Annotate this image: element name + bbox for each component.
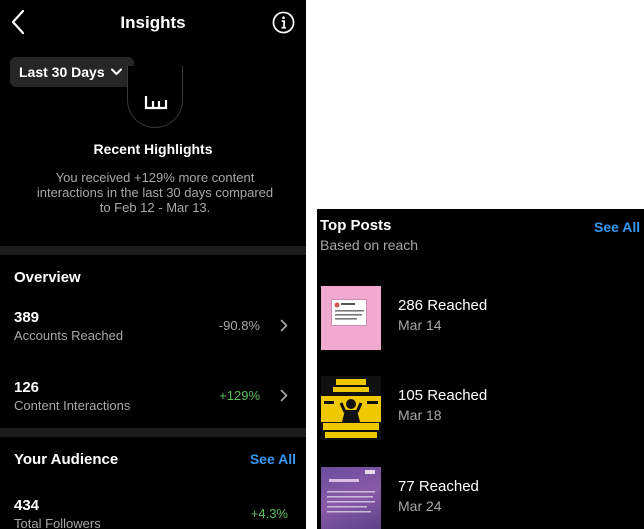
chevron-right-icon: [280, 319, 288, 332]
post-reach: 105 Reached: [398, 387, 488, 404]
post-date: Mar 18: [398, 407, 442, 423]
post-date: Mar 24: [398, 498, 442, 514]
highlights-title: Recent Highlights: [93, 141, 213, 157]
overview-title: Overview: [14, 269, 81, 286]
top-posts-subtitle: Based on reach: [320, 237, 419, 253]
top-posts-title: Top Posts: [320, 217, 392, 234]
insights-screen: Insights Last 30 Days Recent Highlights …: [0, 0, 306, 529]
metric-change: +129%: [219, 388, 260, 403]
metric-change: +4.3%: [250, 506, 288, 521]
post-thumbnail-graphic: [327, 470, 375, 513]
post-thumbnail-graphic: [321, 376, 381, 440]
bar-chart-icon: [144, 96, 168, 110]
section-divider: [0, 428, 306, 437]
top-post-item[interactable]: 77 Reached Mar 24: [317, 467, 644, 529]
metric-total-followers[interactable]: 434 Total Followers +4.3%: [0, 497, 306, 529]
page-title: Insights: [120, 13, 186, 32]
chevron-down-icon: [110, 68, 122, 75]
metric-change: -90.8%: [218, 318, 260, 333]
metric-accounts-reached[interactable]: 389 Accounts Reached -90.8%: [0, 309, 306, 357]
top-posts-see-all-link[interactable]: See All: [594, 219, 640, 235]
audience-title: Your Audience: [14, 451, 119, 468]
highlights-badge: [127, 66, 183, 128]
post-reach: 286 Reached: [398, 297, 488, 314]
metric-label: Accounts Reached: [14, 328, 124, 343]
post-thumbnail: [321, 376, 381, 440]
highlights-text: You received +129% more content interact…: [36, 170, 274, 215]
metric-content-interactions[interactable]: 126 Content Interactions +129%: [0, 379, 306, 427]
post-date: Mar 14: [398, 317, 442, 333]
post-reach: 77 Reached: [398, 478, 479, 495]
top-posts-panel: Top Posts Based on reach See All 286 Rea…: [317, 209, 644, 529]
metric-value: 434: [14, 497, 40, 514]
top-post-item[interactable]: 105 Reached Mar 18: [317, 376, 644, 446]
date-range-label: Last 30 Days: [19, 64, 105, 80]
post-thumbnail: [321, 286, 381, 350]
metric-value: 126: [14, 379, 40, 396]
chevron-right-icon: [280, 389, 288, 402]
post-thumbnail: [321, 467, 381, 529]
date-range-dropdown[interactable]: Last 30 Days: [10, 57, 134, 87]
info-icon[interactable]: [272, 11, 295, 34]
top-post-item[interactable]: 286 Reached Mar 14: [317, 286, 644, 356]
header: Insights: [0, 0, 306, 48]
audience-see-all-link[interactable]: See All: [250, 451, 296, 467]
section-divider: [0, 246, 306, 255]
post-thumbnail-graphic: [334, 302, 364, 320]
post-thumbnail-card: [331, 299, 367, 326]
metric-value: 389: [14, 309, 40, 326]
metric-label: Content Interactions: [14, 398, 131, 413]
metric-label: Total Followers: [14, 516, 101, 529]
